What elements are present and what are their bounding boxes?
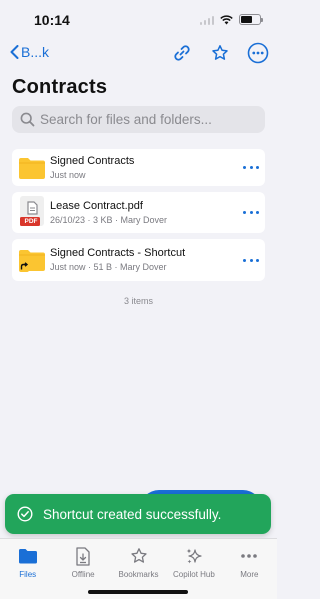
offline-file-icon xyxy=(73,546,93,566)
file-name: Lease Contract.pdf xyxy=(50,200,143,212)
file-list: Signed Contracts Just now PDF Lease Cont… xyxy=(12,149,265,287)
pdf-badge: PDF xyxy=(24,218,38,225)
search-box[interactable] xyxy=(12,106,265,133)
nav-bar: B...k xyxy=(0,40,277,68)
status-icons xyxy=(199,14,263,25)
sparkle-icon xyxy=(184,546,204,566)
back-button[interactable]: B...k xyxy=(10,44,49,60)
star-icon xyxy=(129,546,149,566)
check-circle-icon xyxy=(17,506,33,522)
tab-more[interactable]: More xyxy=(222,539,277,599)
cellular-signal-icon xyxy=(199,15,214,25)
search-icon xyxy=(20,112,35,127)
file-meta: Just now xyxy=(50,170,86,180)
tab-files[interactable]: Files xyxy=(0,539,55,599)
more-options-icon[interactable] xyxy=(243,254,259,266)
folder-icon xyxy=(19,158,45,179)
list-item-signed-contracts[interactable]: Signed Contracts Just now xyxy=(12,149,265,186)
battery-icon xyxy=(239,14,263,25)
file-text: Signed Contracts Just now xyxy=(50,155,134,181)
nav-actions xyxy=(171,42,269,64)
toast-message: Shortcut created successfully. xyxy=(43,506,222,522)
file-name: Signed Contracts xyxy=(50,155,135,167)
file-text: Signed Contracts - Shortcut Just now · 5… xyxy=(50,247,185,273)
page-title: Contracts xyxy=(12,76,108,98)
list-item-signed-contracts-shortcut[interactable]: Signed Contracts - Shortcut Just now · 5… xyxy=(12,239,265,281)
pdf-file-icon: PDF xyxy=(18,196,46,229)
tab-label: Bookmarks xyxy=(118,570,159,579)
search-input[interactable] xyxy=(40,112,250,127)
file-meta: Just now · 51 B · Mary Dover xyxy=(50,262,167,272)
more-options-icon[interactable] xyxy=(243,162,259,174)
link-icon[interactable] xyxy=(171,42,193,64)
battery-level-fill xyxy=(241,16,252,23)
more-icon xyxy=(239,546,259,566)
folder-shortcut-icon xyxy=(19,250,45,272)
list-item-lease-contract[interactable]: PDF Lease Contract.pdf 26/10/23 · 3 KB ·… xyxy=(12,192,265,233)
tab-label: Copilot Hub xyxy=(173,570,215,579)
file-text: Lease Contract.pdf 26/10/23 · 3 KB · Mar… xyxy=(50,200,167,226)
status-time: 10:14 xyxy=(34,12,70,28)
home-indicator xyxy=(88,590,188,594)
tab-label: Offline xyxy=(71,570,95,579)
toast-notification: Shortcut created successfully. xyxy=(5,494,271,534)
status-bar: 10:14 xyxy=(0,0,277,40)
more-circle-icon[interactable] xyxy=(247,42,269,64)
file-meta: 26/10/23 · 3 KB · Mary Dover xyxy=(50,215,168,225)
folder-icon xyxy=(18,546,38,566)
more-options-icon[interactable] xyxy=(243,207,259,219)
chevron-left-icon xyxy=(10,45,19,59)
file-name: Signed Contracts - Shortcut xyxy=(50,247,186,259)
tab-label: More xyxy=(240,570,259,579)
items-count: 3 items xyxy=(123,296,153,306)
back-button-label: B...k xyxy=(21,44,50,60)
star-icon[interactable] xyxy=(209,42,231,64)
tab-label: Files xyxy=(19,570,37,579)
wifi-icon xyxy=(220,14,233,24)
